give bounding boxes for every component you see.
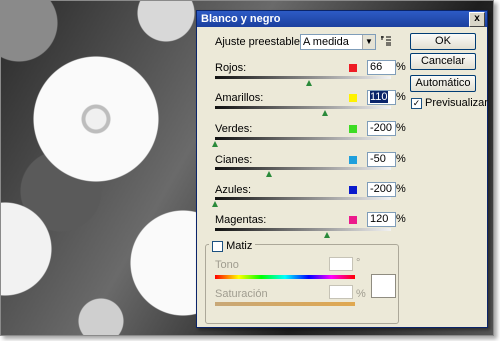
reds-unit: % — [396, 61, 406, 73]
greens-slider-track[interactable] — [215, 137, 391, 140]
hue-value-input[interactable] — [329, 257, 353, 271]
cyans-label: Cianes: — [215, 154, 253, 166]
preview-label: Previsualizar — [425, 97, 488, 109]
magentas-label: Magentas: — [215, 214, 267, 226]
reds-value-input[interactable]: 66 — [367, 60, 396, 75]
ok-button[interactable]: OK — [410, 33, 476, 50]
cyans-swatch — [349, 156, 357, 164]
cyans-slider-thumb[interactable] — [266, 171, 272, 177]
yellows-swatch — [349, 94, 357, 102]
close-button[interactable]: x — [469, 12, 485, 27]
magentas-value-input[interactable]: 120 — [367, 212, 396, 227]
saturation-label: Saturación — [215, 288, 268, 300]
hue-unit: ° — [356, 257, 361, 269]
yellows-value-input[interactable]: 110 — [367, 90, 396, 105]
cyans-slider-track[interactable] — [215, 167, 391, 170]
preset-options-icon[interactable] — [381, 36, 391, 49]
blues-unit: % — [396, 183, 406, 195]
blues-label: Azules: — [215, 184, 252, 196]
tint-legend: Matiz — [209, 240, 256, 252]
yellows-slider-thumb[interactable] — [322, 110, 328, 116]
yellows-label: Amarillos: — [215, 92, 264, 104]
auto-button[interactable]: Automático — [410, 75, 476, 92]
tint-checkbox[interactable] — [212, 240, 223, 252]
tint-color-preview — [371, 274, 396, 298]
greens-slider-thumb[interactable] — [212, 141, 218, 147]
greens-swatch — [349, 125, 357, 133]
greens-unit: % — [396, 122, 406, 134]
blues-slider-thumb[interactable] — [212, 201, 218, 207]
tint-group — [205, 244, 399, 324]
cyans-value-input[interactable]: -50 — [367, 152, 396, 167]
preview-checkbox[interactable]: ✓ — [411, 98, 422, 109]
preset-value: A medida — [303, 36, 349, 48]
saturation-value-input[interactable] — [329, 285, 353, 299]
chevron-down-icon[interactable]: ▼ — [362, 35, 375, 49]
menu-lines-icon — [381, 36, 391, 46]
reds-swatch — [349, 64, 357, 72]
dialog-title: Blanco y negro — [201, 13, 281, 25]
reds-label: Rojos: — [215, 62, 247, 74]
tint-label: Matiz — [226, 240, 253, 252]
hue-slider-track[interactable] — [215, 275, 355, 279]
yellows-slider-track[interactable] — [215, 106, 391, 109]
blues-value-input[interactable]: -200 — [367, 182, 396, 197]
cancel-button[interactable]: Cancelar — [410, 53, 476, 70]
reds-slider-thumb[interactable] — [306, 80, 312, 86]
dialog-titlebar[interactable]: Blanco y negro x — [197, 11, 487, 27]
saturation-unit: % — [356, 288, 366, 300]
magentas-swatch — [349, 216, 357, 224]
magentas-slider-track[interactable] — [215, 228, 391, 231]
blues-swatch — [349, 186, 357, 194]
black-and-white-dialog: Blanco y negro x Ajuste preestablecido: … — [196, 10, 488, 328]
saturation-slider-track[interactable] — [215, 302, 355, 306]
screenshot-frame: Blanco y negro x Ajuste preestablecido: … — [0, 0, 494, 336]
preset-dropdown[interactable]: A medida ▼ — [300, 34, 376, 50]
yellows-unit: % — [396, 91, 406, 103]
greens-value-input[interactable]: -200 — [367, 121, 396, 136]
yellows-value-text: 110 — [370, 91, 388, 103]
reds-slider-track[interactable] — [215, 76, 391, 79]
magentas-slider-thumb[interactable] — [324, 232, 330, 238]
hue-label: Tono — [215, 259, 239, 271]
magentas-unit: % — [396, 213, 406, 225]
cyans-unit: % — [396, 153, 406, 165]
greens-label: Verdes: — [215, 123, 253, 135]
blues-slider-track[interactable] — [215, 197, 391, 200]
